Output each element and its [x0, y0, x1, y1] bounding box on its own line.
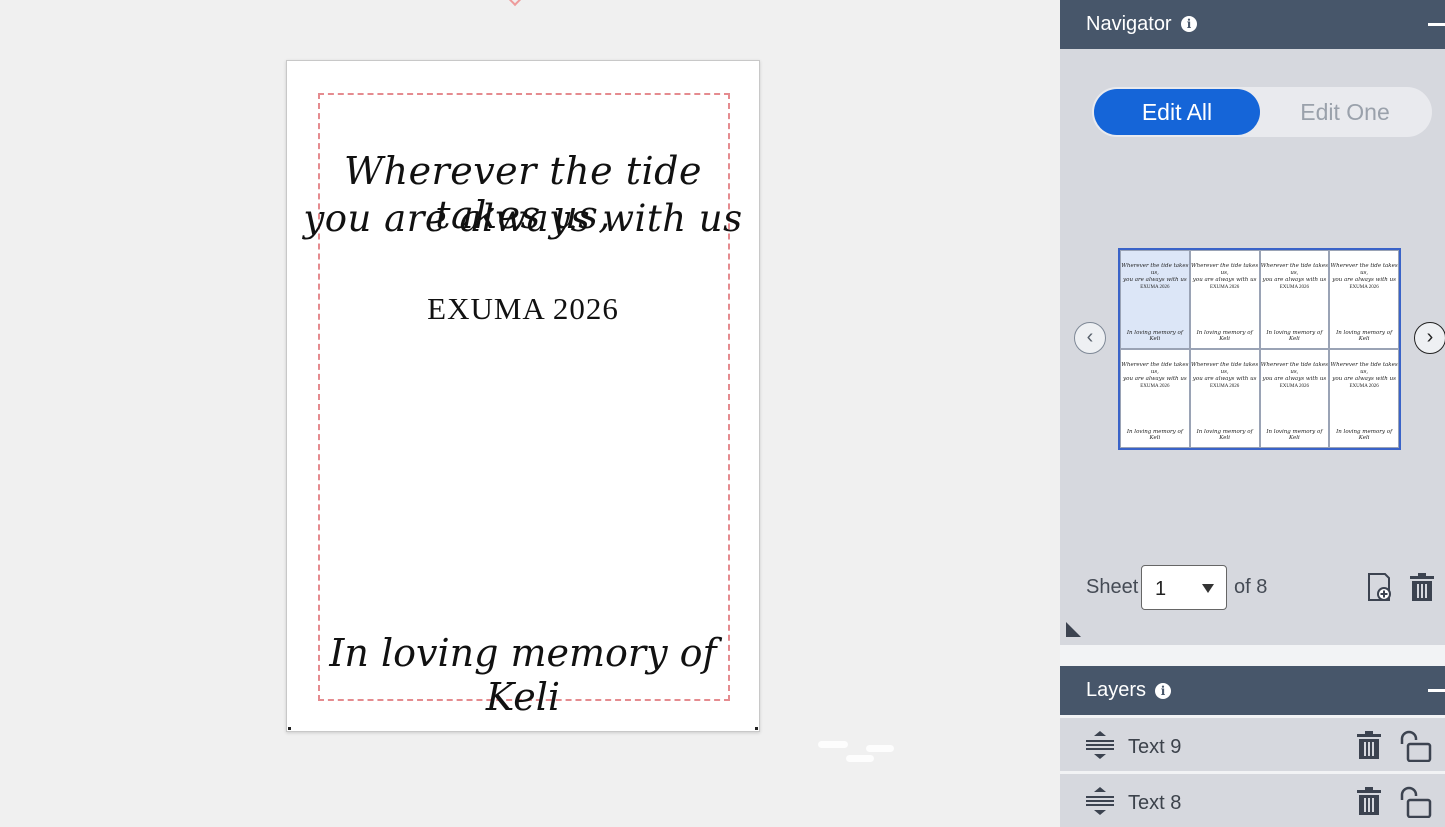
- memory-text[interactable]: In loving memory of Keli: [287, 631, 759, 719]
- thumbnail-memory: In loving memory of Keli: [1196, 429, 1253, 441]
- info-icon[interactable]: i: [1155, 683, 1171, 699]
- thumbnail-quote: Wherever the tide takes us, you are alway…: [1330, 362, 1398, 382]
- canvas-marker: [507, 0, 523, 7]
- chevron-left-icon[interactable]: ‹: [1074, 322, 1106, 354]
- event-text[interactable]: EXUMA 2026: [287, 291, 759, 327]
- right-panel: Navigator i Edit All Edit One ‹ Wherever…: [1060, 0, 1445, 827]
- quote-line-2-text[interactable]: you are always with us: [287, 197, 759, 240]
- thumbnail-quote: Wherever the tide takes us, you are alway…: [1121, 263, 1189, 283]
- thumbnail[interactable]: Wherever the tide takes us, you are alway…: [1329, 250, 1399, 349]
- crop-mark: [755, 727, 758, 730]
- unlock-icon[interactable]: [1398, 730, 1432, 762]
- sheet-select[interactable]: 1: [1141, 565, 1227, 610]
- resize-handle-icon[interactable]: [1066, 622, 1081, 637]
- info-icon[interactable]: i: [1181, 16, 1197, 32]
- sheet-select-value: 1: [1155, 578, 1167, 600]
- sheet-thumbnails: Wherever the tide takes us, you are alway…: [1118, 248, 1401, 450]
- thumbnail[interactable]: Wherever the tide takes us, you are alway…: [1259, 250, 1330, 349]
- sheet-label: Sheet: [1086, 576, 1139, 598]
- chevron-right-icon[interactable]: ›: [1414, 322, 1445, 354]
- thumbnail-memory: In loving memory of Keli: [1126, 330, 1183, 342]
- edit-one-button[interactable]: Edit One: [1262, 89, 1428, 135]
- crop-mark: [288, 727, 291, 730]
- drag-handle-icon[interactable]: [1084, 786, 1116, 816]
- navigator-title: Navigator: [1086, 13, 1172, 35]
- thumbnail-quote: Wherever the tide takes us, you are alway…: [1191, 263, 1259, 283]
- thumbnail-event: EXUMA 2026: [1279, 285, 1310, 290]
- thumbnail[interactable]: Wherever the tide takes us, you are alway…: [1120, 349, 1190, 448]
- navigator-header: Navigator i: [1060, 0, 1445, 49]
- edit-all-button[interactable]: Edit All: [1094, 89, 1260, 135]
- thumbnail-event: EXUMA 2026: [1140, 384, 1170, 389]
- thumbnail-event: EXUMA 2026: [1140, 285, 1170, 290]
- layer-row[interactable]: Text 9: [1060, 718, 1445, 771]
- layers-title: Layers: [1086, 679, 1147, 701]
- thumbnail-event: EXUMA 2026: [1349, 384, 1379, 389]
- drag-handle-icon[interactable]: [1084, 730, 1116, 760]
- thumbnail[interactable]: Wherever the tide takes us, you are alway…: [1189, 349, 1260, 448]
- minus-icon[interactable]: [1428, 23, 1445, 26]
- thumbnail-event: EXUMA 2026: [1209, 384, 1240, 389]
- canvas-artifact: [818, 741, 848, 748]
- layer-label: Text 9: [1128, 736, 1182, 758]
- edit-mode-toggle: Edit All Edit One: [1092, 87, 1432, 137]
- thumbnail-memory: In loving memory of Keli: [1336, 429, 1393, 441]
- thumbnail-event: EXUMA 2026: [1279, 384, 1310, 389]
- thumbnail-event: EXUMA 2026: [1349, 285, 1379, 290]
- thumbnail-quote: Wherever the tide takes us, you are alway…: [1330, 263, 1398, 283]
- thumbnail-quote: Wherever the tide takes us, you are alway…: [1191, 362, 1259, 382]
- thumbnail-quote: Wherever the tide takes us, you are alway…: [1260, 263, 1328, 283]
- thumbnail-memory: In loving memory of Keli: [1266, 330, 1323, 342]
- layers-list: Text 9 Text 8: [1060, 715, 1445, 827]
- minus-icon[interactable]: [1428, 689, 1445, 692]
- unlock-icon[interactable]: [1398, 786, 1432, 818]
- thumbnail-quote: Wherever the tide takes us, you are alway…: [1260, 362, 1328, 382]
- thumbnail[interactable]: Wherever the tide takes us, you are alway…: [1259, 349, 1330, 448]
- add-sheet-icon[interactable]: [1367, 572, 1393, 602]
- card-page[interactable]: Wherever the tide takes us, you are alwa…: [286, 60, 760, 732]
- canvas-artifact: [866, 745, 894, 752]
- thumbnail[interactable]: Wherever the tide takes us, you are alway…: [1189, 250, 1260, 349]
- thumbnail[interactable]: Wherever the tide takes us, you are alway…: [1120, 250, 1190, 349]
- trash-icon[interactable]: [1356, 730, 1382, 760]
- layers-header: Layers i: [1060, 666, 1445, 715]
- thumbnail-memory: In loving memory of Keli: [1196, 330, 1253, 342]
- canvas-artifact: [846, 755, 874, 762]
- thumbnail-memory: In loving memory of Keli: [1266, 429, 1323, 441]
- thumbnail-event: EXUMA 2026: [1209, 285, 1240, 290]
- thumbnail-memory: In loving memory of Keli: [1336, 330, 1393, 342]
- navigator-body: Edit All Edit One ‹ Wherever the tide ta…: [1060, 49, 1445, 645]
- trash-icon[interactable]: [1356, 786, 1382, 816]
- trash-icon[interactable]: [1409, 572, 1435, 602]
- design-canvas[interactable]: Wherever the tide takes us, you are alwa…: [0, 0, 1060, 811]
- layer-row[interactable]: Text 8: [1060, 774, 1445, 827]
- layer-label: Text 8: [1128, 792, 1182, 814]
- thumbnail-quote: Wherever the tide takes us, you are alway…: [1121, 362, 1189, 382]
- thumbnail[interactable]: Wherever the tide takes us, you are alway…: [1329, 349, 1399, 448]
- caret-down-icon: [1202, 584, 1214, 593]
- sheet-count: of 8: [1234, 576, 1268, 598]
- thumbnail-memory: In loving memory of Keli: [1126, 429, 1183, 441]
